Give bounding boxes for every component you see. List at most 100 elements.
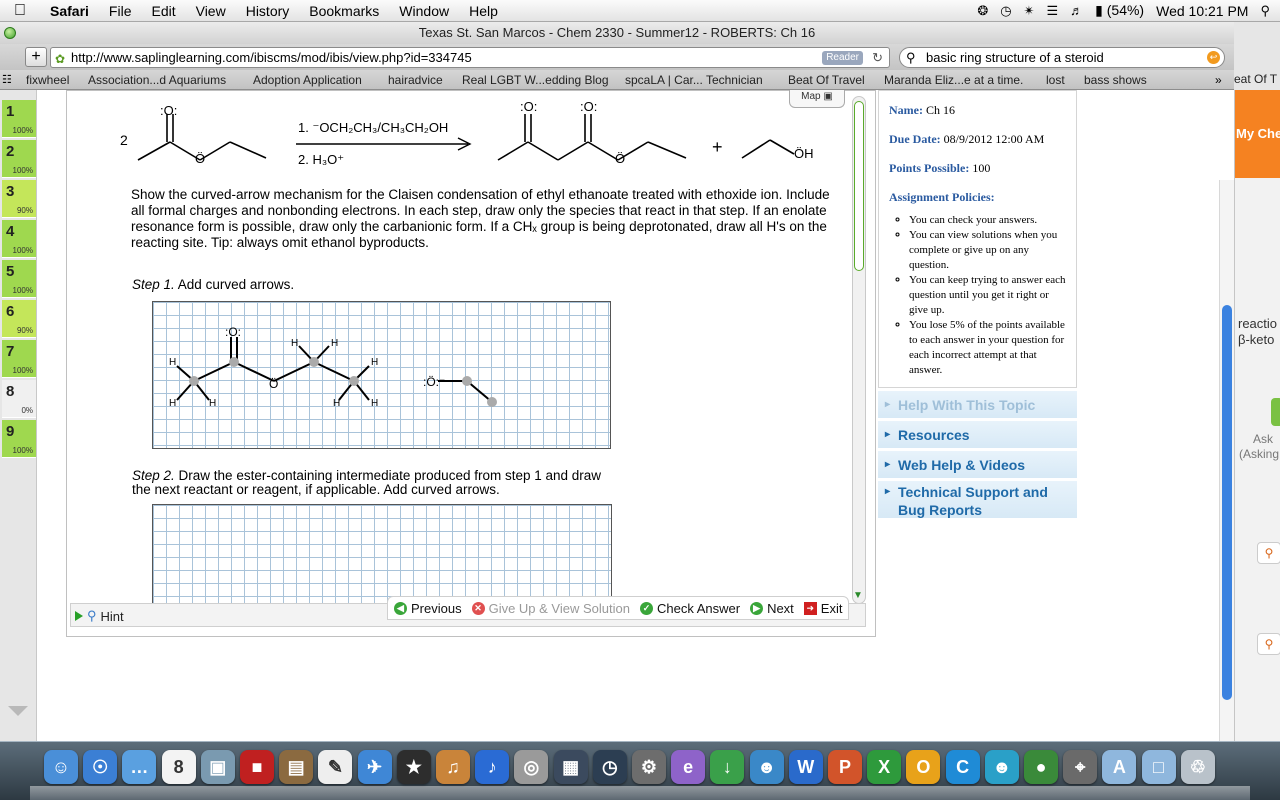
show-all-bookmarks-icon[interactable]: ☷: [2, 70, 12, 89]
volume-icon[interactable]: ♬: [1070, 3, 1083, 18]
bookmark-item[interactable]: hairadvice: [388, 70, 443, 89]
web-help-videos-link[interactable]: Web Help & Videos: [878, 451, 1077, 479]
question-tile-8[interactable]: 8 0%: [2, 380, 36, 418]
download-globe-icon[interactable]: ↓: [710, 750, 745, 784]
apple-menu-icon[interactable]: : [0, 2, 40, 20]
battery-status[interactable]: ▮ (54%): [1095, 2, 1144, 19]
question-tile-5[interactable]: 5 100%: [2, 260, 36, 298]
ical-icon[interactable]: 8: [161, 750, 196, 784]
menu-clock[interactable]: Wed 10:21 PM: [1156, 3, 1248, 19]
imovie-icon[interactable]: ★: [396, 750, 431, 784]
address-bar[interactable]: ✿ http://www.saplinglearning.com/ibiscms…: [50, 47, 890, 68]
question-tile-1[interactable]: 1 100%: [2, 100, 36, 138]
question-tile-2[interactable]: 2 100%: [2, 140, 36, 178]
excel-icon[interactable]: X: [867, 750, 902, 784]
question-scrollbar-thumb[interactable]: [854, 101, 864, 271]
system-preferences-icon[interactable]: ⚙: [632, 750, 666, 784]
question-scrollbar[interactable]: [852, 96, 866, 604]
preview-icon[interactable]: ▤: [279, 750, 314, 784]
communicator-icon[interactable]: C: [945, 750, 980, 784]
bookmark-item[interactable]: Association...d Aquariums: [88, 70, 226, 89]
resources-link[interactable]: Resources: [878, 421, 1077, 449]
menu-app-name[interactable]: Safari: [40, 0, 99, 22]
zoom-window-button[interactable]: [4, 27, 16, 39]
spotlight-icon[interactable]: ⚲: [1260, 3, 1270, 19]
peek-green-button[interactable]: [1271, 398, 1280, 426]
bookmark-item[interactable]: Beat Of Travel: [788, 70, 865, 89]
page-scrollbar[interactable]: ▲ ▼: [1219, 180, 1234, 800]
bookmark-item-peek[interactable]: eat Of T: [1234, 72, 1277, 86]
menu-edit[interactable]: Edit: [141, 0, 185, 22]
people-icon[interactable]: ☻: [749, 750, 784, 784]
time-machine-icon[interactable]: ◷: [592, 750, 627, 784]
hint-toggle[interactable]: ⚲ Hint: [75, 608, 124, 624]
network-globe-icon[interactable]: ●: [1024, 750, 1058, 784]
messenger-icon[interactable]: ☻: [984, 750, 1019, 784]
satellite-icon[interactable]: ⌖: [1063, 750, 1098, 784]
peek-search-icon[interactable]: ⚲: [1257, 542, 1280, 564]
question-tile-7[interactable]: 7 100%: [2, 340, 36, 378]
menu-help[interactable]: Help: [459, 0, 508, 22]
menu-file[interactable]: File: [99, 0, 142, 22]
wifi-icon[interactable]: ☰: [1046, 3, 1058, 19]
hint-label: Hint: [100, 608, 124, 624]
question-number: 1: [6, 103, 15, 120]
reader-button[interactable]: Reader: [822, 51, 863, 65]
time-machine-status-icon[interactable]: ◷: [1000, 3, 1011, 19]
outlook-icon[interactable]: O: [906, 750, 941, 784]
menu-view[interactable]: View: [186, 0, 236, 22]
mail-icon[interactable]: ✈: [357, 750, 392, 784]
menu-window[interactable]: Window: [389, 0, 459, 22]
check-answer-button[interactable]: ✓ Check Answer: [639, 601, 740, 616]
garageband-icon[interactable]: ♫: [436, 750, 470, 784]
ichat-icon[interactable]: …: [122, 750, 157, 784]
question-tile-4[interactable]: 4 100%: [2, 220, 36, 258]
collapse-panel-icon[interactable]: [8, 706, 28, 716]
bookmark-item[interactable]: Maranda Eliz...e at a time.: [884, 70, 1023, 89]
bookmark-item[interactable]: lost: [1046, 70, 1065, 89]
itunes-icon[interactable]: ♪: [475, 750, 510, 784]
menu-history[interactable]: History: [236, 0, 300, 22]
next-button[interactable]: ▶ Next: [750, 601, 794, 616]
bookmark-item[interactable]: fixwheel: [26, 70, 69, 89]
technical-support-link[interactable]: Technical Support and Bug Reports: [878, 481, 1077, 519]
question-tile-3[interactable]: 3 90%: [2, 180, 36, 218]
drawing-canvas-step2[interactable]: [152, 504, 612, 604]
iphoto-icon[interactable]: ▣: [200, 750, 235, 784]
finder-icon[interactable]: ☺: [44, 750, 78, 784]
question-tile-6[interactable]: 6 90%: [2, 300, 36, 338]
bookmark-item[interactable]: Real LGBT W...edding Blog: [462, 70, 609, 89]
menu-bookmarks[interactable]: Bookmarks: [299, 0, 389, 22]
my-cheg-button[interactable]: My Cheg: [1235, 90, 1280, 178]
exit-button[interactable]: ➜ Exit: [803, 601, 842, 616]
help-with-topic-link[interactable]: Help With This Topic: [878, 391, 1077, 419]
give-up-button[interactable]: ✕ Give Up & View Solution: [471, 601, 630, 616]
textedit-icon[interactable]: ✎: [318, 750, 353, 784]
bookmark-item[interactable]: bass shows: [1084, 70, 1147, 89]
powerpoint-icon[interactable]: P: [828, 750, 862, 784]
word-icon[interactable]: W: [788, 750, 823, 784]
peek-search-icon[interactable]: ⚲: [1257, 633, 1280, 655]
applications-folder-icon[interactable]: A: [1102, 750, 1137, 784]
documents-folder-icon[interactable]: □: [1141, 750, 1176, 784]
drawing-canvas-step1[interactable]: H H H H H H H H :O: Ö :Ö:⁻: [152, 301, 611, 449]
dashboard-icon[interactable]: ▦: [553, 750, 588, 784]
search-field[interactable]: ⚲ basic ring structure of a steroid ↩: [899, 47, 1225, 68]
snapback-icon[interactable]: ↩: [1207, 51, 1220, 64]
skype-e-icon[interactable]: e: [671, 750, 706, 784]
bluetooth-icon[interactable]: ✴: [1024, 3, 1035, 19]
bookmark-item[interactable]: Adoption Application: [253, 70, 362, 89]
question-scroll-down-icon[interactable]: ▼: [853, 590, 863, 601]
photobooth-icon[interactable]: ■: [240, 750, 274, 784]
dvd-player-icon[interactable]: ◎: [514, 750, 549, 784]
reload-icon[interactable]: ↻: [872, 48, 883, 67]
safari-icon[interactable]: ☉: [83, 750, 118, 784]
page-scrollbar-thumb[interactable]: [1222, 305, 1232, 700]
previous-button[interactable]: ◀ Previous: [394, 601, 462, 616]
bookmark-item[interactable]: spcaLA | Car... Technician: [625, 70, 763, 89]
bookmarks-overflow-button[interactable]: »: [1215, 70, 1222, 89]
add-bookmark-button[interactable]: +: [25, 47, 47, 67]
trash-icon[interactable]: ♲: [1180, 750, 1215, 784]
question-tile-9[interactable]: 9 100%: [2, 420, 36, 458]
sync-status-icon[interactable]: ❂: [977, 3, 988, 19]
